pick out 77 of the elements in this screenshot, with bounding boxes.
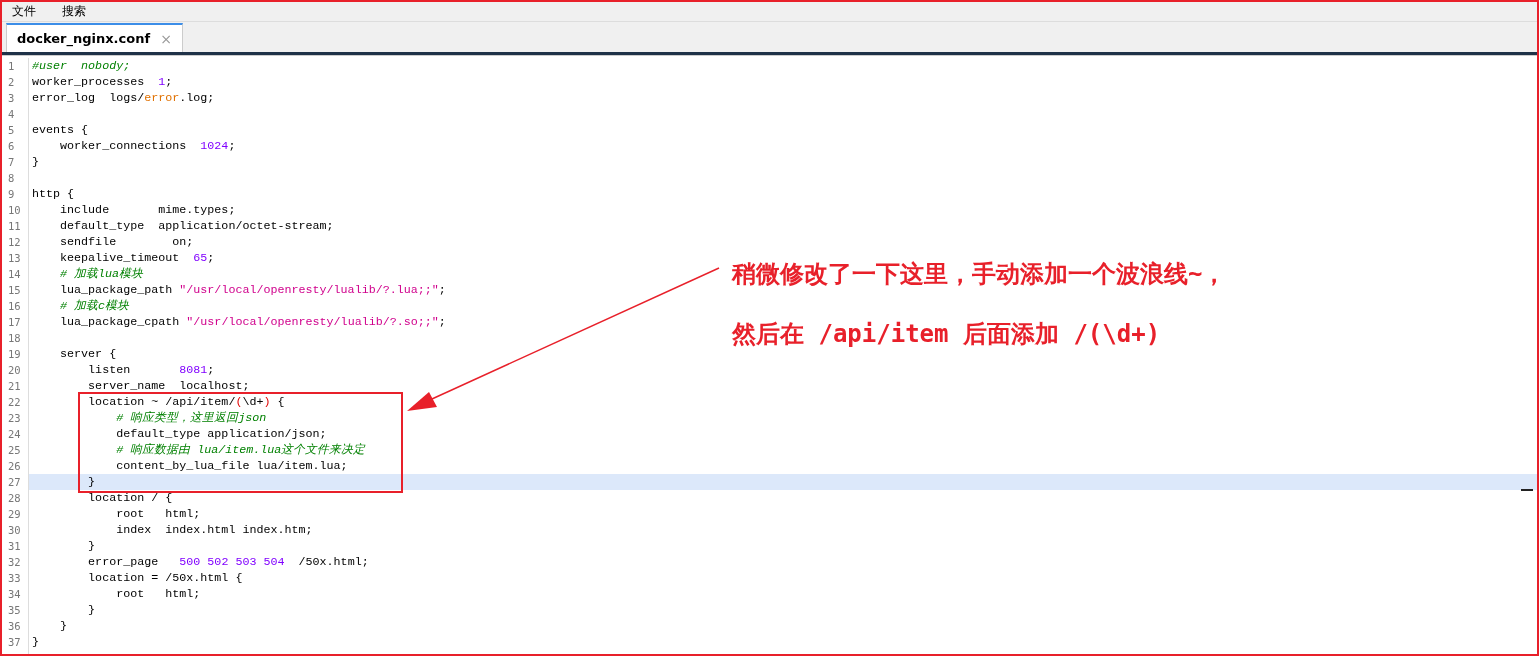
line-number: 5 [7, 123, 16, 138]
line-number: 20 [7, 363, 22, 378]
code-line: lua_package_cpath "/usr/local/openresty/lualib/?.so;;"; [59, 315, 446, 329]
code-line: } [87, 539, 96, 553]
code-line: } [87, 475, 96, 489]
code-line: lua_package_path "/usr/local/openresty/lualib/?.lua;;"; [59, 283, 446, 297]
scroll-marker [1521, 489, 1533, 491]
code-line: } [32, 635, 39, 649]
annotation-text: 然后在 /api/item 后面添加 /(\d+) [732, 319, 1162, 350]
line-number: 32 [7, 555, 22, 570]
line-number: 11 [7, 219, 22, 234]
code-line: listen 8081; [87, 363, 215, 377]
line-number: 22 [7, 395, 22, 410]
code-line: default_type application/octet-stream; [59, 219, 334, 233]
line-number: 9 [7, 187, 16, 202]
code-line: events { [32, 123, 89, 137]
line-number: 17 [7, 315, 22, 330]
code-line: server { [59, 347, 117, 361]
line-number: 24 [7, 427, 22, 442]
line-number: 15 [7, 283, 22, 298]
line-number: 19 [7, 347, 22, 362]
code-line: content_by_lua_file lua/item.lua; [115, 459, 348, 473]
line-number: 31 [7, 539, 22, 554]
code-line: error_log logs/error.log; [32, 91, 215, 105]
code-line: error_page 500 502 503 504 /50x.html; [87, 555, 369, 569]
line-number: 37 [7, 635, 22, 650]
code-line: } [32, 155, 39, 169]
code-line: # 响应数据由 lua/item.lua这个文件来决定 [115, 443, 366, 457]
line-number: 21 [7, 379, 22, 394]
line-number: 33 [7, 571, 22, 586]
code-line: root html; [115, 587, 201, 601]
menu-item[interactable]: 文件 [10, 3, 38, 20]
code-line: root html; [115, 507, 201, 521]
line-number: 10 [7, 203, 22, 218]
code-line: keepalive_timeout 65; [59, 251, 215, 265]
file-tab[interactable]: docker_nginx.conf × [6, 23, 183, 52]
code-line: worker_connections 1024; [59, 139, 236, 153]
line-number: 6 [7, 139, 16, 154]
line-number: 27 [7, 475, 22, 490]
code-line: location ~ /api/item/(\d+) { [87, 395, 285, 409]
code-line: # 加载c模块 [59, 299, 130, 313]
line-number: 35 [7, 603, 22, 618]
line-number: 4 [7, 107, 16, 122]
code-line: index index.html index.htm; [115, 523, 313, 537]
code-line: location / { [87, 491, 173, 505]
line-number: 1 [7, 59, 16, 74]
line-number: 23 [7, 411, 22, 426]
line-number: 14 [7, 267, 22, 282]
line-number: 16 [7, 299, 22, 314]
line-number: 25 [7, 443, 22, 458]
line-number: 3 [7, 91, 16, 106]
code-line: # 加载lua模块 [59, 267, 144, 281]
code-line: } [87, 603, 96, 617]
code-line: location = /50x.html { [87, 571, 243, 585]
line-number: 28 [7, 491, 22, 506]
menu-item[interactable]: 搜索 [60, 3, 88, 20]
line-number: 18 [7, 331, 22, 346]
code-line: include mime.types; [59, 203, 236, 217]
code-line: worker_processes 1; [32, 75, 173, 89]
line-number: 34 [7, 587, 22, 602]
code-line: http { [32, 187, 75, 201]
code-line: } [59, 619, 68, 633]
line-number: 2 [7, 75, 16, 90]
code-line: default_type application/json; [115, 427, 327, 441]
line-number: 26 [7, 459, 22, 474]
line-number: 12 [7, 235, 22, 250]
line-number: 36 [7, 619, 22, 634]
line-number: 29 [7, 507, 22, 522]
line-number: 7 [7, 155, 16, 170]
code-line: # 响应类型，这里返回json [115, 411, 267, 425]
code-line: #user nobody; [32, 59, 131, 73]
line-number: 30 [7, 523, 22, 538]
annotation-text: 稍微修改了一下这里，手动添加一个波浪线~， [732, 259, 1227, 290]
code-line: server_name localhost; [87, 379, 250, 393]
line-number: 8 [7, 171, 16, 186]
line-number: 13 [7, 251, 22, 266]
code-line: sendfile on; [59, 235, 194, 249]
